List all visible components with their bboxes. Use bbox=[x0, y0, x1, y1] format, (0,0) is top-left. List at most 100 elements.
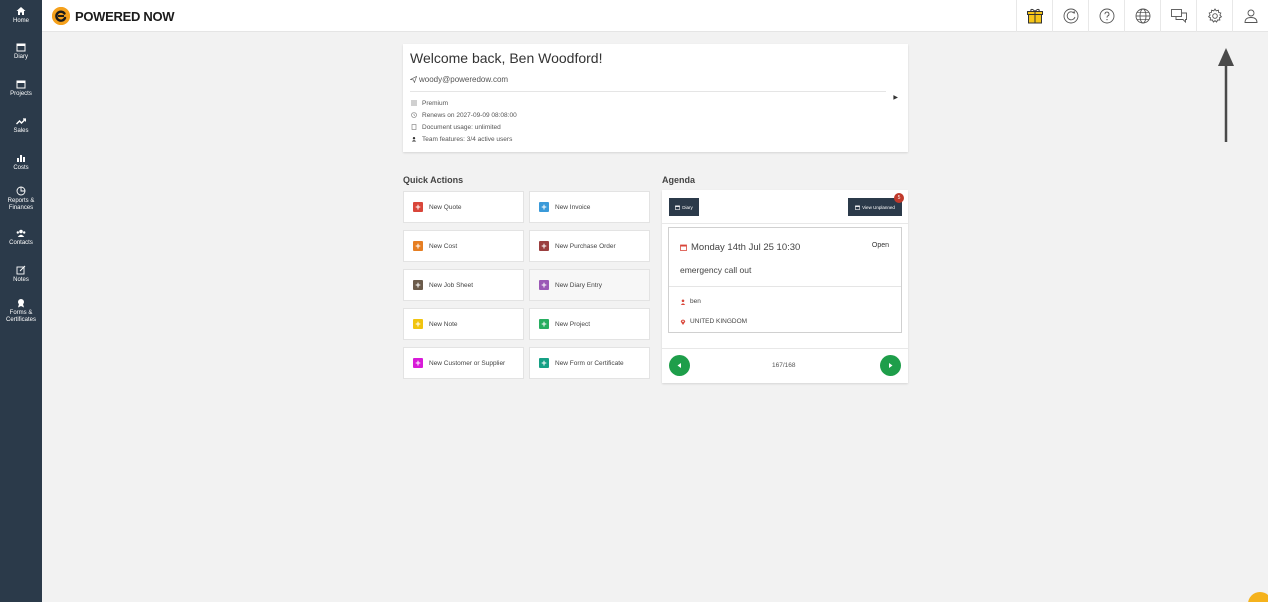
brand-name: POWERED NOW bbox=[75, 8, 175, 24]
divider bbox=[410, 91, 886, 92]
sidebar-item-reports[interactable]: Reports & Finances bbox=[0, 183, 42, 215]
logo[interactable]: POWERED NOW bbox=[52, 7, 175, 25]
event-location: UNITED KINGDOM bbox=[680, 318, 747, 325]
sidebar-item-projects[interactable]: Projects bbox=[0, 76, 42, 100]
new-diary-entry-button[interactable]: + New Diary Entry bbox=[529, 269, 650, 301]
sidebar-item-label: Reports & bbox=[7, 198, 35, 204]
document-icon bbox=[410, 123, 418, 131]
home-icon bbox=[15, 6, 27, 16]
assignee-text: ben bbox=[690, 298, 701, 305]
sidebar-item-label: Diary bbox=[13, 53, 28, 60]
plus-icon: + bbox=[539, 202, 549, 212]
user-icon bbox=[1244, 9, 1257, 23]
sidebar-item-label-2: Certificates bbox=[5, 317, 36, 323]
folder-icon bbox=[15, 79, 27, 89]
settings-button[interactable] bbox=[1196, 0, 1232, 32]
plus-icon: + bbox=[413, 241, 423, 251]
event-date-text: Monday 14th Jul 25 10:30 bbox=[691, 242, 801, 253]
trending-up-icon bbox=[15, 116, 27, 126]
pager-counter: 167/168 bbox=[772, 362, 796, 369]
agenda-event[interactable]: Monday 14th Jul 25 10:30 Open emergency … bbox=[668, 227, 902, 333]
sidebar-item-home[interactable]: Home bbox=[0, 3, 42, 27]
action-label: New Job Sheet bbox=[429, 281, 474, 289]
sync-button[interactable] bbox=[1052, 0, 1088, 32]
top-bar: POWERED NOW bbox=[42, 0, 1268, 32]
profile-button[interactable] bbox=[1232, 0, 1268, 32]
renew-line: Renews on 2027-09-09 08:08:00 bbox=[410, 111, 517, 119]
sidebar-item-contacts[interactable]: Contacts bbox=[0, 225, 42, 249]
bar-chart-icon bbox=[15, 153, 27, 163]
plan-line: Premium bbox=[410, 99, 448, 107]
divider bbox=[669, 286, 901, 287]
sidebar-item-label: Projects bbox=[10, 90, 32, 97]
sidebar-item-forms[interactable]: Forms & Certificates bbox=[0, 294, 42, 328]
help-button[interactable] bbox=[1088, 0, 1124, 32]
gift-icon bbox=[1026, 8, 1043, 24]
new-invoice-button[interactable]: + New Invoice bbox=[529, 191, 650, 223]
chevron-left-icon bbox=[677, 363, 681, 368]
agenda-card: Diary View Unplanned 5 Monday 14th Jul 2… bbox=[662, 190, 908, 383]
previous-button[interactable] bbox=[669, 355, 690, 376]
clock-icon bbox=[410, 111, 418, 119]
sidebar-item-costs[interactable]: Costs bbox=[0, 150, 42, 174]
new-project-button[interactable]: + New Project bbox=[529, 308, 650, 340]
action-label: New Purchase Order bbox=[555, 242, 616, 250]
sidebar-item-label: Costs bbox=[13, 164, 29, 171]
new-purchase-order-button[interactable]: + New Purchase Order bbox=[529, 230, 650, 262]
usage-text: Document usage: unlimited bbox=[422, 123, 501, 131]
help-icon bbox=[1099, 8, 1114, 24]
team-line: Team features: 3/4 active users bbox=[410, 135, 512, 143]
action-label: New Customer or Supplier bbox=[429, 359, 506, 367]
map-pin-icon bbox=[680, 319, 686, 325]
new-note-button[interactable]: + New Note bbox=[403, 308, 524, 340]
calendar-icon bbox=[675, 205, 681, 210]
sidebar-item-diary[interactable]: Diary bbox=[0, 39, 42, 63]
diary-button-label: Diary bbox=[682, 204, 693, 210]
action-label: New Invoice bbox=[555, 203, 591, 211]
new-form-or-certificate-button[interactable]: + New Form or Certificate bbox=[529, 347, 650, 379]
team-icon bbox=[410, 135, 418, 143]
new-quote-button[interactable]: + New Quote bbox=[403, 191, 524, 223]
usage-line: Document usage: unlimited bbox=[410, 123, 501, 131]
settings-icon bbox=[1207, 8, 1222, 23]
next-button[interactable] bbox=[880, 355, 901, 376]
calendar-icon bbox=[855, 205, 861, 210]
new-job-sheet-button[interactable]: + New Job Sheet bbox=[403, 269, 524, 301]
new-customer-or-supplier-button[interactable]: + New Customer or Supplier bbox=[403, 347, 524, 379]
list-icon bbox=[410, 99, 418, 107]
gift-button[interactable] bbox=[1016, 0, 1052, 32]
view-unplanned-label: View Unplanned bbox=[862, 204, 895, 210]
chat-button[interactable] bbox=[1160, 0, 1196, 32]
divider bbox=[662, 223, 908, 224]
sidebar-item-label: Notes bbox=[13, 276, 29, 283]
chat-icon bbox=[1170, 9, 1187, 24]
diary-button[interactable]: Diary bbox=[669, 198, 699, 216]
plus-icon: + bbox=[413, 280, 423, 290]
action-label: New Note bbox=[429, 320, 458, 328]
unplanned-count-badge: 5 bbox=[894, 193, 904, 203]
divider bbox=[662, 348, 908, 349]
sidebar-item-sales[interactable]: Sales bbox=[0, 113, 42, 137]
event-date: Monday 14th Jul 25 10:30 bbox=[680, 242, 800, 253]
sidebar-item-notes[interactable]: Notes bbox=[0, 262, 42, 286]
chevron-right-icon bbox=[889, 363, 893, 368]
sidebar-item-label: Sales bbox=[13, 127, 29, 134]
edit-icon bbox=[15, 265, 27, 275]
welcome-title: Welcome back, Ben Woodford! bbox=[410, 50, 603, 66]
action-label: New Form or Certificate bbox=[555, 359, 624, 367]
chat-widget-icon[interactable] bbox=[1238, 590, 1268, 602]
event-status: Open bbox=[871, 242, 889, 249]
renew-text: Renews on 2027-09-09 08:08:00 bbox=[422, 111, 517, 119]
quick-actions-title: Quick Actions bbox=[403, 175, 464, 185]
users-icon bbox=[15, 228, 27, 238]
plus-icon: + bbox=[413, 319, 423, 329]
globe-icon bbox=[1135, 8, 1150, 24]
action-label: New Diary Entry bbox=[555, 281, 602, 289]
header-actions bbox=[1016, 0, 1268, 32]
language-button[interactable] bbox=[1124, 0, 1160, 32]
new-cost-button[interactable]: + New Cost bbox=[403, 230, 524, 262]
plus-icon: + bbox=[539, 280, 549, 290]
expand-arrow-icon[interactable]: ▶ bbox=[893, 94, 898, 101]
send-icon bbox=[410, 76, 417, 83]
sidebar: Home Diary Projects Sales Costs Reports … bbox=[0, 0, 42, 602]
